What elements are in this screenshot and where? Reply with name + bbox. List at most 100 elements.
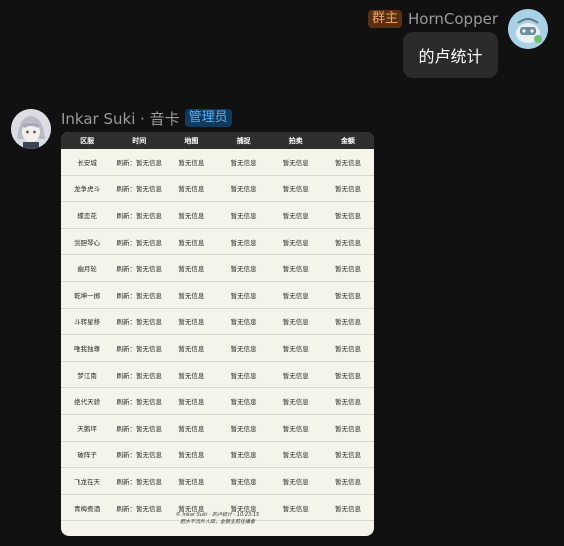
table-cell: 刷新：暂无信息 [116,371,163,380]
owner-badge: 群主 [368,10,403,28]
table-row: 破阵子 刷新：暂无信息 暂无信息 暂无信息 暂无信息 暂无信息 [61,442,374,469]
header-cell: 拍卖 [288,136,303,145]
header-cell: 时间 [132,136,147,145]
table-cell: 暂无信息 [282,265,309,274]
bot-avatar-icon [508,9,548,49]
table-cell: 剑胆琴心 [74,238,101,247]
table-cell: 暂无信息 [230,318,257,327]
table-cell: 暂无信息 [334,398,361,407]
header-cell: 区服 [80,136,95,145]
table-row: 天鹅坪 刷新：暂无信息 暂无信息 暂无信息 暂无信息 暂无信息 [61,415,374,442]
table-row: 长安城 刷新：暂无信息 暂无信息 暂无信息 暂无信息 暂无信息 [61,149,374,176]
table-row: 剑胆琴心 刷新：暂无信息 暂无信息 暂无信息 暂无信息 暂无信息 [61,229,374,256]
table-cell: 暂无信息 [334,451,361,460]
admin-badge: 管理员 [184,109,232,127]
table-cell: 刷新：暂无信息 [116,158,163,167]
table-cell: 暂无信息 [282,398,309,407]
table-cell: 暂无信息 [178,318,205,327]
table-cell: 飞龙在天 [74,477,101,486]
table-cell: 刷新：暂无信息 [116,185,163,194]
table-cell: 暂无信息 [178,371,205,380]
table-cell: 暂无信息 [230,291,257,300]
table-row: 斗转星移 刷新：暂无信息 暂无信息 暂无信息 暂无信息 暂无信息 [61,309,374,336]
table-cell: 刷新：暂无信息 [116,424,163,433]
header-cell: 地图 [184,136,199,145]
table-cell: 暂无信息 [334,318,361,327]
header-cell: 金额 [340,136,355,145]
table-cell: 暂无信息 [178,344,205,353]
anime-avatar-icon [11,109,51,149]
table-cell: 绝代天骄 [74,398,101,407]
avatar[interactable] [508,9,548,49]
table-row: 绝代天骄 刷新：暂无信息 暂无信息 暂无信息 暂无信息 暂无信息 [61,388,374,415]
table-cell: 暂无信息 [230,398,257,407]
table-cell: 暂无信息 [282,291,309,300]
table-cell: 暂无信息 [282,477,309,486]
table-cell: 暂无信息 [230,424,257,433]
table-cell: 暂无信息 [334,265,361,274]
table-cell: 暂无信息 [178,185,205,194]
incoming-sender: Inkar Suki · 音卡 管理员 [61,108,232,128]
table-cell: 暂无信息 [178,238,205,247]
table-cell: 刷新：暂无信息 [116,211,163,220]
footer-line: 肥水不流外人田，金额主前往播者 [179,519,255,525]
table-cell: 暂无信息 [334,211,361,220]
table-cell: 暂无信息 [282,158,309,167]
message-bubble[interactable]: 的卢统计 [403,32,498,78]
table-cell: 暂无信息 [334,158,361,167]
table-row: 唯我独尊 刷新：暂无信息 暂无信息 暂无信息 暂无信息 暂无信息 [61,335,374,362]
table-row: 乾坤一掷 刷新：暂无信息 暂无信息 暂无信息 暂无信息 暂无信息 [61,282,374,309]
table-cell: 暂无信息 [178,477,205,486]
table-cell: 暂无信息 [334,238,361,247]
table-cell: 幽月轮 [77,265,97,274]
table-cell: 暂无信息 [230,451,257,460]
card-footer: © Inkar Suki · 的卢统计 · 10:23:15 肥水不流外人田，金… [61,512,374,526]
table-cell: 暂无信息 [178,158,205,167]
table-row: 飞龙在天 刷新：暂无信息 暂无信息 暂无信息 暂无信息 暂无信息 [61,468,374,495]
table-cell: 暂无信息 [334,424,361,433]
table-cell: 暂无信息 [230,185,257,194]
table-cell: 暂无信息 [178,398,205,407]
table-cell: 暂无信息 [334,185,361,194]
message-text: 的卢统计 [418,47,483,66]
table-cell: 暂无信息 [282,451,309,460]
table-cell: 暂无信息 [230,158,257,167]
table-row: 幽月轮 刷新：暂无信息 暂无信息 暂无信息 暂无信息 暂无信息 [61,255,374,282]
table-body: 长安城 刷新：暂无信息 暂无信息 暂无信息 暂无信息 暂无信息 龙争虎斗 刷新：暂无信息 暂无信… [61,149,374,522]
outgoing-sender: 群主 HornCopper [368,9,498,29]
sender-name[interactable]: HornCopper [408,10,498,28]
table-cell: 刷新：暂无信息 [116,318,163,327]
table-cell: 暂无信息 [178,451,205,460]
table-cell: 天鹅坪 [77,424,97,433]
table-cell: 暂无信息 [334,477,361,486]
table-cell: 暂无信息 [282,344,309,353]
table-cell: 暂无信息 [178,424,205,433]
table-cell: 长安城 [77,158,97,167]
table-row: 梦江南 刷新：暂无信息 暂无信息 暂无信息 暂无信息 暂无信息 [61,362,374,389]
table-cell: 刷新：暂无信息 [116,398,163,407]
table-header: 区服 时间 地图 捕捉 拍卖 金额 [61,132,374,149]
table-cell: 刷新：暂无信息 [116,291,163,300]
table-cell: 暂无信息 [230,211,257,220]
table-row: 蝶恋花 刷新：暂无信息 暂无信息 暂无信息 暂无信息 暂无信息 [61,202,374,229]
table-cell: 梦江南 [77,371,97,380]
table-cell: 暂无信息 [334,371,361,380]
table-cell: 暂无信息 [282,318,309,327]
table-cell: 刷新：暂无信息 [116,344,163,353]
table-cell: 刷新：暂无信息 [116,238,163,247]
table-cell: 蝶恋花 [77,211,97,220]
table-cell: 暂无信息 [178,291,205,300]
table-cell: 破阵子 [77,451,97,460]
table-cell: 刷新：暂无信息 [116,477,163,486]
table-cell: 暂无信息 [334,291,361,300]
avatar[interactable] [11,109,51,149]
table-cell: 暂无信息 [178,265,205,274]
table-cell: 暂无信息 [282,371,309,380]
table-cell: 暂无信息 [230,238,257,247]
table-cell: 暂无信息 [282,185,309,194]
header-cell: 捕捉 [236,136,251,145]
table-cell: 暂无信息 [282,424,309,433]
table-cell: 暂无信息 [230,265,257,274]
stats-image-card[interactable]: 区服 时间 地图 捕捉 拍卖 金额 长安城 刷新：暂无信息 暂无信息 暂无信息 暂无信息… [61,132,374,536]
sender-name[interactable]: Inkar Suki · 音卡 [61,108,180,129]
